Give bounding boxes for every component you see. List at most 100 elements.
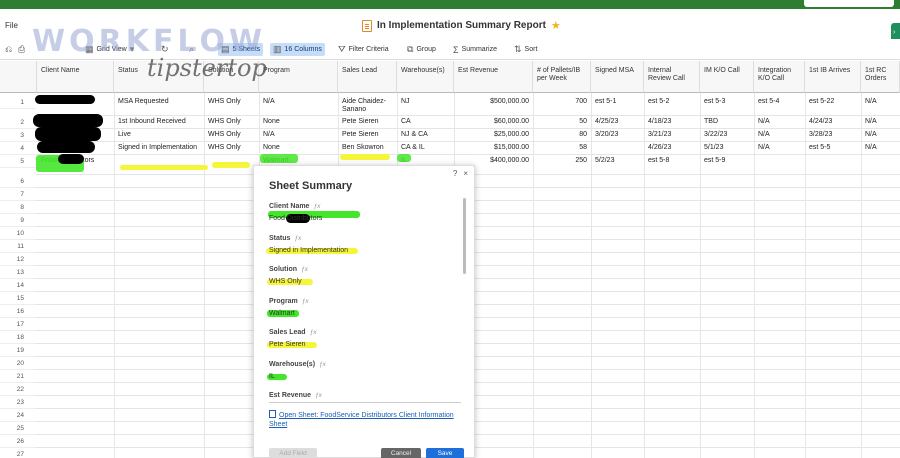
cell-integration[interactable]: est 5-4: [754, 98, 805, 106]
star-icon[interactable]: ★: [551, 19, 561, 32]
cancel-button[interactable]: Cancel: [381, 448, 421, 458]
cell-revenue[interactable]: $400,000.00: [454, 157, 533, 165]
cell-review[interactable]: 4/18/23: [644, 118, 700, 126]
col-header-ib[interactable]: 1st IB Arrives: [805, 61, 861, 93]
cell-status[interactable]: MSA Requested: [114, 98, 204, 106]
field-value[interactable]: WHS Only: [269, 278, 302, 285]
field-value[interactable]: Food Distributors: [269, 215, 322, 222]
cell-warehouse[interactable]: CA & IL: [397, 144, 454, 152]
cell-solution[interactable]: WHS Only: [204, 131, 259, 139]
cell-program[interactable]: None: [259, 144, 338, 152]
formula-icon[interactable]: ƒx: [302, 298, 309, 305]
col-header-warehouse[interactable]: Warehouse(s): [397, 61, 454, 93]
cell-status[interactable]: Live: [114, 131, 204, 139]
cell-integration[interactable]: N/A: [754, 118, 805, 126]
cell-im[interactable]: est 5-3: [700, 98, 754, 106]
cell-ib[interactable]: 4/24/23: [805, 118, 861, 126]
cell-rc[interactable]: N/A: [861, 118, 900, 126]
cell-lead[interactable]: Pete Sieren: [338, 131, 397, 139]
panel-scrollbar[interactable]: [463, 198, 466, 274]
cell-pallets[interactable]: 250: [533, 157, 591, 165]
cell-warehouse[interactable]: CA: [397, 118, 454, 126]
filter-button[interactable]: ⛛ Filter Criteria: [335, 43, 392, 56]
cell-pallets[interactable]: 58: [533, 144, 591, 152]
formula-icon[interactable]: ƒx: [294, 235, 301, 242]
cell-revenue[interactable]: $500,000.00: [454, 98, 533, 106]
cell-revenue[interactable]: $60,000.00: [454, 118, 533, 126]
cell-status[interactable]: 1st Inbound Received: [114, 118, 204, 126]
formula-icon[interactable]: ƒx: [315, 392, 322, 399]
cell-solution[interactable]: WHS Only: [204, 118, 259, 126]
file-menu[interactable]: File: [5, 21, 18, 30]
col-header-msa[interactable]: Signed MSA: [591, 61, 644, 93]
col-header-rc[interactable]: 1st RC Orders: [861, 61, 900, 93]
sort-button[interactable]: ⇅ Sort: [511, 43, 540, 56]
col-header-revenue[interactable]: Est Revenue: [454, 61, 533, 93]
cell-warehouse[interactable]: NJ & CA: [397, 131, 454, 139]
cell-solution[interactable]: WHS Only: [204, 144, 259, 152]
cell-warehouse[interactable]: NJ: [397, 98, 454, 106]
cell-ib[interactable]: 3/28/23: [805, 131, 861, 139]
col-header-client[interactable]: Client Name: [37, 61, 114, 93]
cell-review[interactable]: 3/21/23: [644, 131, 700, 139]
columns-button[interactable]: ▥ 16 Columns: [270, 43, 325, 56]
cell-integration[interactable]: N/A: [754, 131, 805, 139]
help-icon[interactable]: ?: [453, 169, 457, 178]
field-value[interactable]: Walmart: [269, 310, 295, 317]
cell-ib[interactable]: est 5-5: [805, 144, 861, 152]
formula-icon[interactable]: ƒx: [319, 361, 326, 368]
field-value[interactable]: Signed in Implementation: [269, 247, 348, 254]
col-header-pallets[interactable]: # of Pallets/IB per Week: [533, 61, 591, 93]
cell-pallets[interactable]: 80: [533, 131, 591, 139]
open-sheet-link[interactable]: Open Sheet: FoodService Distributors Cli…: [269, 410, 469, 429]
search-box[interactable]: [804, 0, 894, 7]
col-header-im[interactable]: IM K/O Call: [700, 61, 754, 93]
cell-lead[interactable]: Aide Chaidez-Sanano: [338, 98, 397, 114]
cell-im[interactable]: 3/22/23: [700, 131, 754, 139]
cell-integration[interactable]: N/A: [754, 144, 805, 152]
cell-rc[interactable]: N/A: [861, 98, 900, 106]
formula-icon[interactable]: ƒx: [313, 203, 320, 210]
cell-lead[interactable]: Pete Sieren: [338, 118, 397, 126]
cell-im[interactable]: est 5-9: [700, 157, 754, 165]
cell-program[interactable]: None: [259, 118, 338, 126]
cell-msa[interactable]: 5/2/23: [591, 157, 644, 165]
open-sheet-label: Open Sheet: FoodService Distributors Cli…: [269, 412, 454, 428]
cell-review[interactable]: est 5-8: [644, 157, 700, 165]
cell-msa[interactable]: 4/25/23: [591, 118, 644, 126]
close-icon[interactable]: ×: [463, 169, 468, 178]
cell-rc[interactable]: N/A: [861, 144, 900, 152]
summarize-button[interactable]: Σ Summarize: [450, 43, 500, 56]
cell-im[interactable]: TBD: [700, 118, 754, 126]
add-field-button[interactable]: Add Field: [269, 448, 317, 458]
cell-lead[interactable]: Ben Skowron: [338, 144, 397, 152]
cell-status[interactable]: Signed in Implementation: [114, 144, 204, 152]
col-header-sales-lead[interactable]: Sales Lead: [338, 61, 397, 93]
cell-revenue[interactable]: $25,000.00: [454, 131, 533, 139]
cell-revenue[interactable]: $15,000.00: [454, 144, 533, 152]
cell-rc[interactable]: N/A: [861, 131, 900, 139]
print-icon[interactable]: ⎙: [15, 43, 28, 56]
cell-pallets[interactable]: 50: [533, 118, 591, 126]
cell-msa[interactable]: est 5-1: [591, 98, 644, 106]
group-button[interactable]: ⧉ Group: [404, 43, 439, 56]
cell-msa[interactable]: 3/20/23: [591, 131, 644, 139]
formula-icon[interactable]: ƒx: [310, 329, 317, 336]
cell-im[interactable]: 5/1/23: [700, 144, 754, 152]
cell-program[interactable]: N/A: [259, 98, 338, 106]
cell-pallets[interactable]: 700: [533, 98, 591, 106]
field-value[interactable]: Pete Sieren: [269, 341, 306, 348]
undo-icon[interactable]: ⎌: [2, 43, 15, 56]
col-header-program[interactable]: Program: [259, 61, 338, 93]
cell-solution[interactable]: WHS Only: [204, 98, 259, 106]
cell-review[interactable]: 4/26/23: [644, 144, 700, 152]
field-value[interactable]: IL: [269, 373, 275, 380]
cell-ib[interactable]: est 5-22: [805, 98, 861, 106]
col-header-integration[interactable]: Integration K/O Call: [754, 61, 805, 93]
row-number: 18: [0, 331, 36, 344]
col-header-review[interactable]: Internal Review Call: [644, 61, 700, 93]
formula-icon[interactable]: ƒx: [301, 266, 308, 273]
cell-review[interactable]: est 5-2: [644, 98, 700, 106]
save-button[interactable]: Save: [426, 448, 464, 458]
cell-program[interactable]: N/A: [259, 131, 338, 139]
